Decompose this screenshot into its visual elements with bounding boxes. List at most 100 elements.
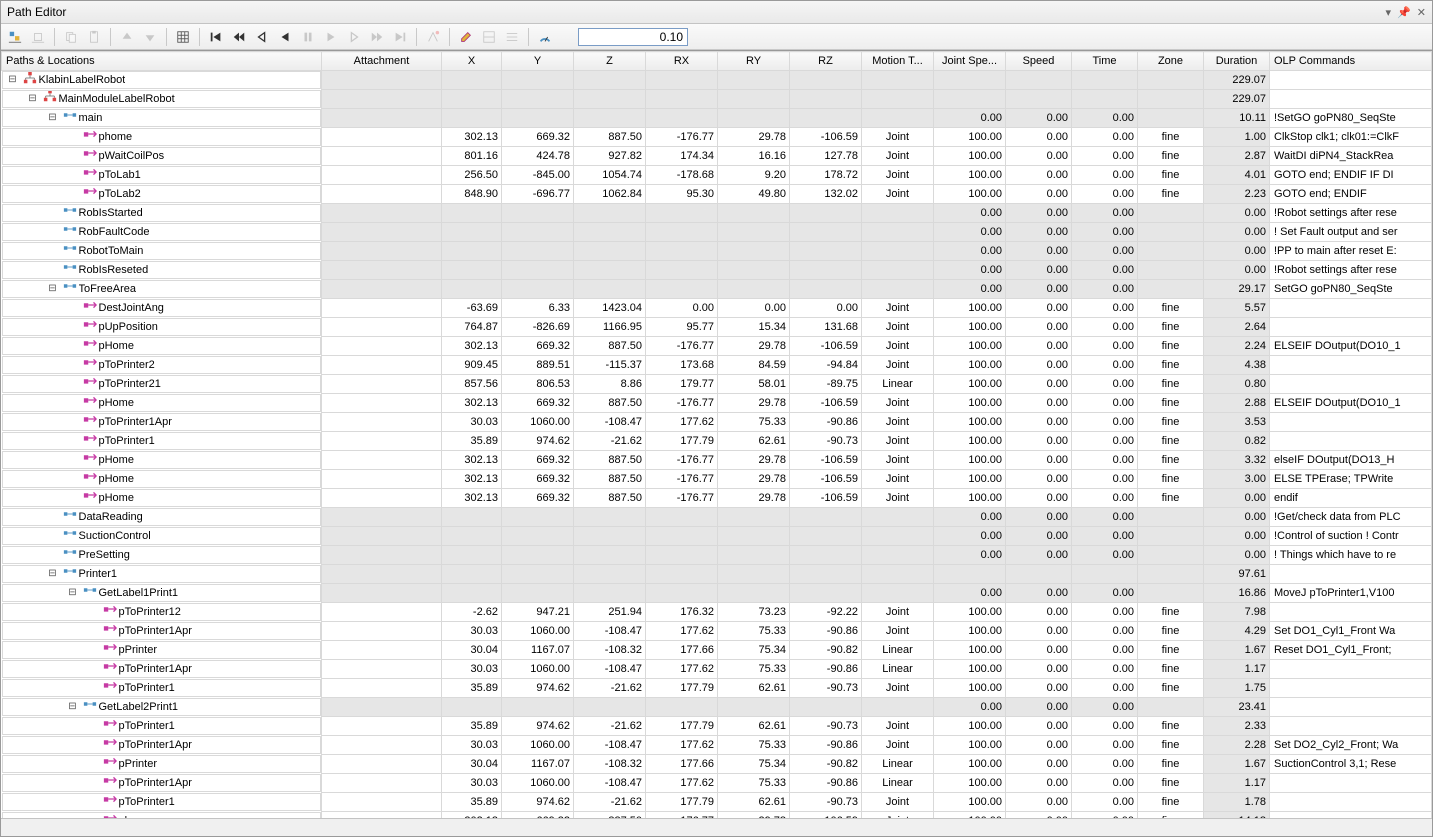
cell[interactable]: 974.62 [502,432,574,451]
dropdown-icon[interactable]: ▾ [1386,6,1392,19]
cell[interactable]: 30.03 [442,622,502,641]
cell[interactable]: 1.67 [1204,755,1270,774]
cell[interactable] [322,90,442,109]
move-down-button[interactable] [140,27,160,47]
cell[interactable] [574,280,646,299]
cell[interactable]: 0.00 [1006,451,1072,470]
cell[interactable]: 806.53 [502,375,574,394]
cell[interactable] [646,242,718,261]
cell[interactable]: 100.00 [934,622,1006,641]
cell[interactable]: fine [1138,166,1204,185]
cell[interactable]: 0.00 [1072,128,1138,147]
olp-cell[interactable]: GOTO end; ENDIF IF DI [1270,166,1432,185]
cell[interactable]: 0.00 [1072,318,1138,337]
cell[interactable]: 3.00 [1204,470,1270,489]
cell[interactable]: 887.50 [574,451,646,470]
cell[interactable] [862,280,934,299]
cell[interactable]: -115.37 [574,356,646,375]
cell[interactable] [646,90,718,109]
expand-toggle[interactable] [85,794,101,810]
cell[interactable]: 0.00 [1006,375,1072,394]
cell[interactable] [646,71,718,90]
expand-toggle[interactable] [85,775,101,791]
cell[interactable]: -90.82 [790,755,862,774]
olp-cell[interactable]: ELSEIF DOutput(DO10_1 [1270,337,1432,356]
expand-toggle[interactable] [65,300,81,316]
cell[interactable] [646,546,718,565]
cell[interactable]: 30.03 [442,660,502,679]
cell[interactable]: 1062.84 [574,185,646,204]
table-row[interactable]: phome302.13669.32887.50-176.7729.78-106.… [2,128,1432,147]
cell[interactable] [790,584,862,603]
olp-cell[interactable]: !Control of suction ! Contr [1270,527,1432,546]
table-row[interactable]: ⊟ToFreeArea0.000.000.0029.17SetGO goPN80… [2,280,1432,299]
cell[interactable]: 0.00 [1072,679,1138,698]
cell[interactable]: 62.61 [718,717,790,736]
expand-toggle[interactable] [65,338,81,354]
cell[interactable]: -90.86 [790,622,862,641]
cell[interactable]: -90.86 [790,413,862,432]
table-row[interactable]: RobIsReseted0.000.000.000.00!Robot setti… [2,261,1432,280]
expand-toggle[interactable]: ⊟ [45,281,61,297]
edit-button[interactable] [456,27,476,47]
cell[interactable]: 100.00 [934,147,1006,166]
olp-cell[interactable] [1270,375,1432,394]
cell[interactable] [502,546,574,565]
cell[interactable]: -108.32 [574,755,646,774]
cell[interactable]: 1060.00 [502,413,574,432]
cell[interactable]: Joint [862,489,934,508]
cell[interactable] [502,90,574,109]
cell[interactable] [322,717,442,736]
cell[interactable]: 177.62 [646,736,718,755]
cell[interactable]: 302.13 [442,489,502,508]
table-row[interactable]: pToPrinter135.89974.62-21.62177.7962.61-… [2,679,1432,698]
cell[interactable]: Linear [862,774,934,793]
cell[interactable] [862,698,934,717]
cell[interactable]: 229.07 [1204,71,1270,90]
cell[interactable] [1072,90,1138,109]
cell[interactable]: 0.00 [934,223,1006,242]
cell[interactable] [574,109,646,128]
cell[interactable]: 0.00 [1006,223,1072,242]
cell[interactable] [718,71,790,90]
cell[interactable]: 0.00 [1204,508,1270,527]
olp-cell[interactable]: ClkStop clk1; clk01:=ClkF [1270,128,1432,147]
cell[interactable]: Joint [862,622,934,641]
cell[interactable]: 29.78 [718,489,790,508]
cell[interactable]: 0.00 [1072,508,1138,527]
cell[interactable]: 100.00 [934,660,1006,679]
cell[interactable]: 176.32 [646,603,718,622]
cell[interactable] [862,242,934,261]
cell[interactable] [1138,546,1204,565]
cell[interactable]: Joint [862,413,934,432]
cell[interactable] [1138,527,1204,546]
cell[interactable]: 424.78 [502,147,574,166]
cell[interactable]: 15.34 [718,318,790,337]
olp-cell[interactable] [1270,432,1432,451]
expand-toggle[interactable] [65,433,81,449]
table-row[interactable]: pWaitCoilPos801.16424.78927.82174.3416.1… [2,147,1432,166]
col-header[interactable]: Joint Spe... [934,52,1006,71]
cell[interactable] [790,527,862,546]
olp-cell[interactable]: !SetGO goPN80_SeqSte [1270,109,1432,128]
table-row[interactable]: pToPrinter12-2.62947.21251.94176.3273.23… [2,603,1432,622]
cell[interactable]: 29.78 [718,128,790,147]
cell[interactable]: 0.00 [934,508,1006,527]
olp-cell[interactable]: elseIF DOutput(DO13_H [1270,451,1432,470]
cell[interactable] [790,280,862,299]
cell[interactable]: Linear [862,375,934,394]
cell[interactable] [934,565,1006,584]
cell[interactable] [574,261,646,280]
cell[interactable]: 0.00 [1072,660,1138,679]
cell[interactable] [934,90,1006,109]
cell[interactable]: 100.00 [934,432,1006,451]
cell[interactable]: -696.77 [502,185,574,204]
cell[interactable] [322,793,442,812]
cell[interactable]: 974.62 [502,717,574,736]
cell[interactable]: 0.00 [1006,394,1072,413]
cell[interactable]: Joint [862,356,934,375]
cell[interactable]: -845.00 [502,166,574,185]
cell[interactable]: Joint [862,717,934,736]
cell[interactable]: 177.79 [646,432,718,451]
cell[interactable]: -2.62 [442,603,502,622]
